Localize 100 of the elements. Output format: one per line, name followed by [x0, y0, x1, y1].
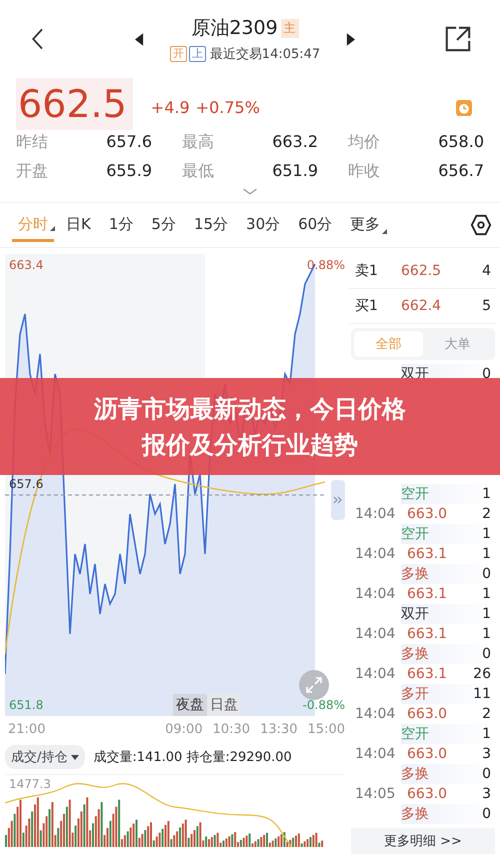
stat-value: 658.0 — [438, 131, 484, 153]
open-interest-change: 11 — [473, 686, 491, 702]
trade-price: 663.1 — [407, 586, 448, 602]
expand-chevron-icon[interactable] — [242, 188, 258, 194]
time-axis-label: 09:00 — [165, 722, 203, 736]
trade-type: 多换 — [401, 805, 430, 823]
trade-volume: 3 — [482, 786, 491, 802]
trade-volume: 2 — [482, 706, 491, 722]
period-tab[interactable]: 60分 — [292, 208, 338, 242]
period-tab[interactable]: 15分 — [188, 208, 234, 242]
stat-value: 651.9 — [272, 160, 318, 182]
last-trade-time: 最近交易14:05:47 — [210, 46, 320, 63]
status-badge: 开 — [170, 46, 187, 62]
trade-type: 多开 — [401, 685, 430, 703]
order-price: 662.5 — [401, 263, 442, 279]
axis-price-label: 663.4 — [9, 258, 44, 272]
trade-volume: 26 — [473, 666, 491, 682]
stat-value: 663.2 — [272, 131, 318, 153]
period-tab[interactable]: 更多 — [344, 208, 386, 242]
collapse-handle[interactable] — [331, 480, 345, 520]
time-axis-label: 10:30 — [212, 722, 250, 736]
open-interest-change: 1 — [482, 526, 491, 542]
next-arrow-icon[interactable] — [346, 32, 356, 46]
open-interest-change: 1 — [482, 726, 491, 742]
stat-value: 655.9 — [106, 160, 152, 182]
stat-value: 656.7 — [438, 160, 484, 182]
period-tab[interactable]: 日K — [60, 208, 97, 242]
trade-price: 663.0 — [407, 746, 448, 762]
trade-time: 14:04 — [355, 746, 396, 762]
trade-type: 多换 — [401, 765, 430, 783]
open-interest-change: 1 — [482, 606, 491, 622]
trade-price: 663.1 — [407, 626, 448, 642]
axis-percent-label: -0.88% — [302, 698, 345, 712]
trade-type: 双开 — [401, 365, 430, 383]
headline-text: 沥青市场最新动态，今日价格 — [94, 394, 406, 424]
stat-label: 最高 — [182, 131, 214, 153]
trade-price: 663.0 — [407, 706, 448, 722]
trade-type: 多换 — [401, 565, 430, 583]
order-volume: 4 — [482, 263, 491, 279]
time-axis-label: 13:30 — [260, 722, 298, 736]
trade-time: 14:04 — [355, 506, 396, 522]
trade-time: 14:04 — [355, 586, 396, 602]
open-interest-change: 0 — [482, 566, 491, 582]
session-toggle[interactable]: 夜盘 — [173, 694, 207, 716]
trade-time: 14:05 — [355, 786, 396, 802]
open-interest-change: 0 — [482, 806, 491, 822]
open-interest-change: 0 — [482, 646, 491, 662]
open-interest-change: 0 — [482, 366, 491, 382]
share-icon[interactable] — [444, 25, 472, 53]
trade-type: 多换 — [401, 645, 430, 663]
contract-title: 原油2309 — [191, 16, 278, 41]
price-change: +4.9 — [150, 98, 190, 116]
stat-label: 昨结 — [16, 131, 48, 153]
order-side-label: 买1 — [355, 297, 379, 315]
status-badge: 上 — [188, 46, 206, 62]
trade-volume: 1 — [482, 586, 491, 602]
stat-label: 最低 — [182, 160, 214, 182]
trade-type: 双开 — [401, 605, 430, 623]
stat-label: 均价 — [348, 131, 380, 153]
order-volume: 5 — [482, 298, 491, 314]
stat-value: 657.6 — [106, 131, 152, 153]
open-interest-change: 0 — [482, 766, 491, 782]
last-price: 662.5 — [16, 78, 133, 130]
trade-price: 663.1 — [407, 546, 448, 562]
trade-volume: 3 — [482, 746, 491, 762]
trade-time: 14:04 — [355, 666, 396, 682]
open-interest-change: 1 — [482, 486, 491, 502]
volume-max-label: 1477.3 — [9, 777, 51, 791]
percent-change: +0.75% — [196, 98, 260, 116]
volume-readout: 成交量:141.00 持仓量:29290.00 — [93, 749, 292, 766]
stat-label: 昨收 — [348, 160, 380, 182]
headline-text: 报价及分析行业趋势 — [142, 430, 358, 460]
settings-icon[interactable] — [470, 214, 492, 236]
trade-time: 14:04 — [355, 626, 396, 642]
trade-type: 空开 — [401, 485, 430, 503]
time-axis-label: 15:00 — [308, 722, 345, 736]
order-side-label: 卖1 — [355, 262, 379, 280]
trade-time: 14:04 — [355, 546, 396, 562]
trade-price: 663.1 — [407, 666, 448, 682]
session-toggle[interactable]: 日盘 — [207, 694, 241, 716]
trade-type: 空开 — [401, 725, 430, 743]
indicator-dropdown[interactable]: 成交/持仓 — [5, 745, 86, 769]
trade-time: 14:04 — [355, 706, 396, 722]
main-contract-badge: 主 — [280, 18, 299, 38]
stat-label: 开盘 — [16, 160, 48, 182]
trade-price: 663.0 — [407, 506, 448, 522]
caret-icon — [71, 754, 80, 760]
period-tab[interactable]: 30分 — [240, 208, 286, 242]
time-axis-label: 21:00 — [8, 722, 46, 736]
period-tab[interactable]: 5分 — [145, 208, 182, 242]
trade-volume: 1 — [482, 626, 491, 642]
more-details-button[interactable]: 更多明细 >> — [351, 828, 495, 854]
previous-arrow-icon[interactable] — [134, 32, 144, 46]
period-tab[interactable]: 1分 — [102, 208, 140, 242]
order-price: 662.4 — [401, 298, 442, 314]
trade-price: 663.0 — [407, 786, 448, 802]
trade-type: 空开 — [401, 525, 430, 543]
axis-percent-label: 0.88% — [306, 258, 345, 272]
axis-price-label: 651.8 — [9, 698, 44, 712]
trade-volume: 1 — [482, 546, 491, 562]
